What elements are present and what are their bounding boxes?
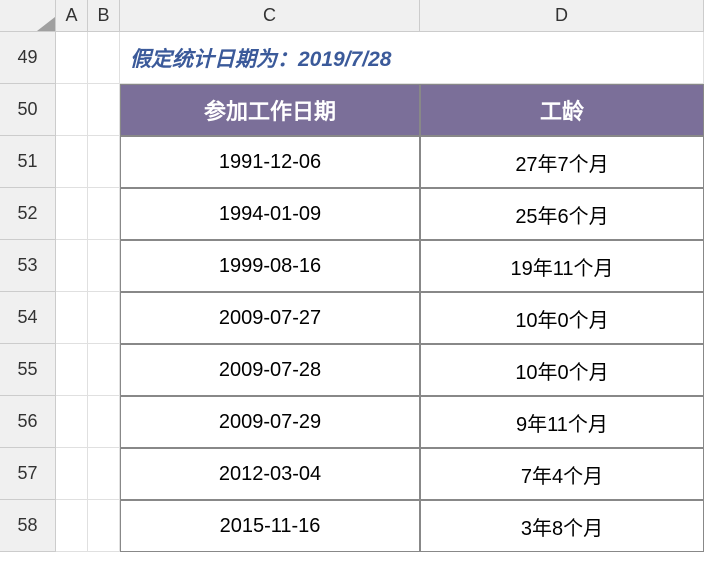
cell-b57[interactable] <box>88 448 120 500</box>
row-header-56[interactable]: 56 <box>0 396 56 448</box>
cell-a52[interactable] <box>56 188 88 240</box>
col-header-b[interactable]: B <box>88 0 120 32</box>
col-header-c[interactable]: C <box>120 0 420 32</box>
cell-tenure-2[interactable]: 19年11个月 <box>420 240 704 292</box>
cell-tenure-1[interactable]: 25年6个月 <box>420 188 704 240</box>
cell-b56[interactable] <box>88 396 120 448</box>
header-date[interactable]: 参加工作日期 <box>120 84 420 136</box>
cell-date-2[interactable]: 1999-08-16 <box>120 240 420 292</box>
cell-a55[interactable] <box>56 344 88 396</box>
select-all-corner[interactable] <box>0 0 56 32</box>
row-header-53[interactable]: 53 <box>0 240 56 292</box>
row-header-57[interactable]: 57 <box>0 448 56 500</box>
row-header-50[interactable]: 50 <box>0 84 56 136</box>
cell-tenure-0[interactable]: 27年7个月 <box>420 136 704 188</box>
cell-tenure-5[interactable]: 9年11个月 <box>420 396 704 448</box>
cell-tenure-3[interactable]: 10年0个月 <box>420 292 704 344</box>
cell-date-3[interactable]: 2009-07-27 <box>120 292 420 344</box>
cell-b52[interactable] <box>88 188 120 240</box>
cell-date-7[interactable]: 2015-11-16 <box>120 500 420 552</box>
cell-a58[interactable] <box>56 500 88 552</box>
header-tenure[interactable]: 工龄 <box>420 84 704 136</box>
cell-date-6[interactable]: 2012-03-04 <box>120 448 420 500</box>
cell-a57[interactable] <box>56 448 88 500</box>
cell-b51[interactable] <box>88 136 120 188</box>
cell-date-1[interactable]: 1994-01-09 <box>120 188 420 240</box>
cell-tenure-7[interactable]: 3年8个月 <box>420 500 704 552</box>
cell-date-0[interactable]: 1991-12-06 <box>120 136 420 188</box>
cell-date-5[interactable]: 2009-07-29 <box>120 396 420 448</box>
row-header-58[interactable]: 58 <box>0 500 56 552</box>
row-header-52[interactable]: 52 <box>0 188 56 240</box>
cell-tenure-6[interactable]: 7年4个月 <box>420 448 704 500</box>
cell-b55[interactable] <box>88 344 120 396</box>
cell-a50[interactable] <box>56 84 88 136</box>
cell-b53[interactable] <box>88 240 120 292</box>
col-header-d[interactable]: D <box>420 0 704 32</box>
cell-b50[interactable] <box>88 84 120 136</box>
row-header-55[interactable]: 55 <box>0 344 56 396</box>
cell-tenure-4[interactable]: 10年0个月 <box>420 344 704 396</box>
spreadsheet-grid: A B C D 49 假定统计日期为：2019/7/28 50 参加工作日期 工… <box>0 0 712 552</box>
cell-a51[interactable] <box>56 136 88 188</box>
row-header-51[interactable]: 51 <box>0 136 56 188</box>
cell-b54[interactable] <box>88 292 120 344</box>
cell-a54[interactable] <box>56 292 88 344</box>
cell-a49[interactable] <box>56 32 88 84</box>
cell-b58[interactable] <box>88 500 120 552</box>
cell-a53[interactable] <box>56 240 88 292</box>
cell-a56[interactable] <box>56 396 88 448</box>
row-header-54[interactable]: 54 <box>0 292 56 344</box>
row-header-49[interactable]: 49 <box>0 32 56 84</box>
col-header-a[interactable]: A <box>56 0 88 32</box>
announcement-cell[interactable]: 假定统计日期为：2019/7/28 <box>120 32 704 84</box>
cell-b49[interactable] <box>88 32 120 84</box>
cell-date-4[interactable]: 2009-07-28 <box>120 344 420 396</box>
